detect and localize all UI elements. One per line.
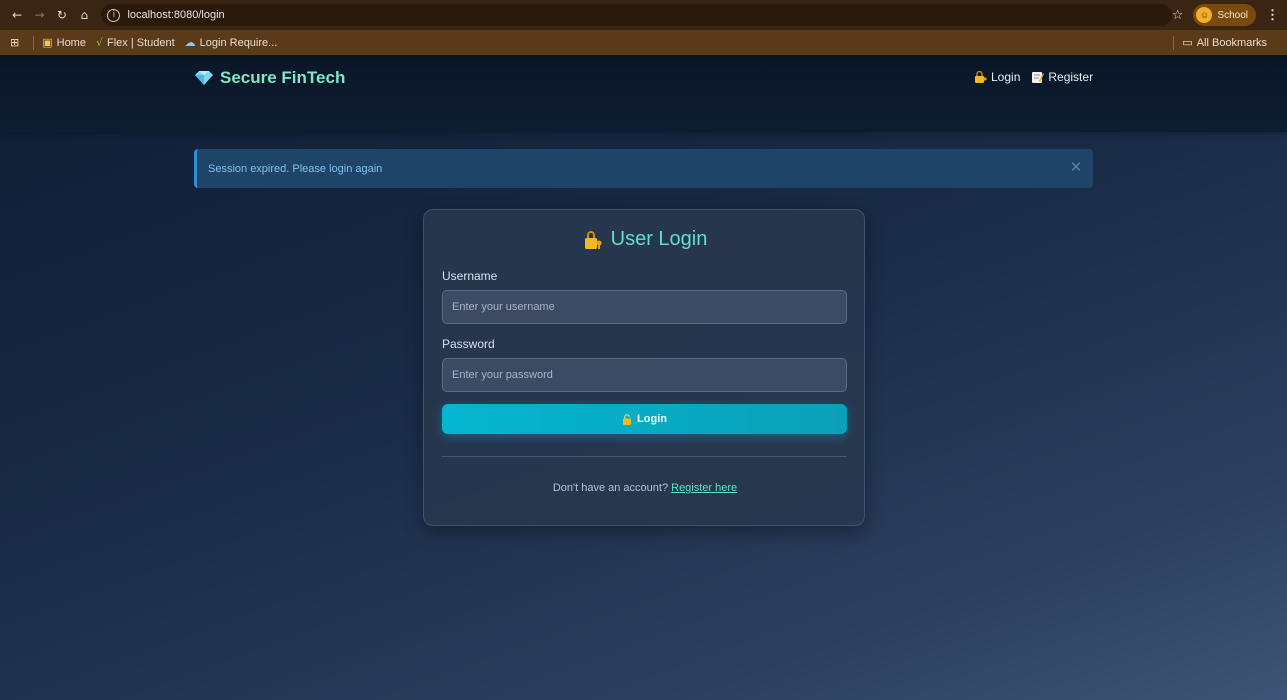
bookmark-flex[interactable]: √ Flex | Student (96, 36, 175, 49)
all-bookmarks[interactable]: ▭ All Bookmarks (1182, 36, 1267, 49)
close-icon[interactable]: ✕ (1069, 160, 1083, 175)
brand-name: Secure FinTech (220, 68, 346, 87)
bookmark-star-icon[interactable]: ☆ (1172, 8, 1184, 23)
home-picture-icon: ▣ (42, 36, 53, 49)
bookmark-label: Flex | Student (106, 36, 175, 49)
bookmark-label: Login Require... (199, 36, 278, 49)
nav-login-label: Login (991, 70, 1021, 84)
bookmarks-separator (1173, 35, 1175, 50)
address-bar[interactable]: i localhost:8080/login (101, 4, 1172, 26)
bookmarks-bar: ⊞ ▣ Home √ Flex | Student ☁ Login Requir… (0, 30, 1287, 55)
alert-message: Session expired. Please login again (208, 162, 383, 175)
nav-login-link[interactable]: Login (974, 70, 1020, 84)
forward-icon[interactable]: → (30, 5, 48, 25)
gem-icon (195, 71, 213, 85)
login-button-label: Login (637, 413, 667, 425)
bookmarks-separator (33, 35, 35, 50)
username-input[interactable] (442, 290, 847, 324)
cloud-icon: ☁ (184, 36, 196, 49)
all-bookmarks-label: All Bookmarks (1196, 36, 1267, 49)
card-divider (442, 456, 847, 457)
lock-key-icon (584, 230, 602, 249)
bookmark-label: Home (56, 36, 86, 49)
url-text: localhost:8080/login (127, 9, 225, 21)
folder-icon: ▭ (1182, 36, 1193, 49)
login-title-text: User Login (610, 228, 708, 250)
login-button[interactable]: Login (442, 404, 847, 434)
password-label: Password (442, 337, 495, 351)
page-viewport: Secure FinTech Login Register Session ex… (0, 55, 1287, 700)
profile-button[interactable]: ☺ School (1193, 4, 1257, 26)
password-input[interactable] (442, 358, 847, 392)
login-title: User Login (424, 228, 866, 251)
session-alert: Session expired. Please login again ✕ (194, 149, 1093, 188)
nav-register-link[interactable]: Register (1031, 70, 1093, 84)
profile-label: School (1217, 9, 1249, 21)
lock-key-icon (975, 71, 987, 83)
register-prompt: Don't have an account? Register here (424, 482, 866, 494)
memo-icon (1032, 72, 1045, 83)
reload-icon[interactable]: ↻ (53, 5, 71, 25)
brand-link[interactable]: Secure FinTech (195, 68, 345, 88)
bookmark-login-required[interactable]: ☁ Login Require... (185, 36, 278, 49)
register-link[interactable]: Register here (671, 482, 737, 494)
browser-toolbar: ← → ↻ ⌂ i localhost:8080/login ☆ ☺ Schoo… (0, 0, 1287, 30)
home-icon[interactable]: ⌂ (75, 5, 93, 25)
site-info-icon[interactable]: i (107, 8, 121, 22)
app-header: Secure FinTech Login Register (0, 55, 1287, 132)
menu-kebab-icon[interactable]: ⋮ (1266, 7, 1279, 23)
profile-avatar-icon: ☺ (1196, 7, 1213, 23)
nav-register-label: Register (1048, 70, 1094, 84)
bookmark-home[interactable]: ▣ Home (42, 36, 86, 49)
flex-icon: √ (95, 36, 103, 49)
login-card: User Login Username Password Login Don't… (423, 209, 865, 526)
apps-grid-icon[interactable]: ⊞ (10, 36, 23, 49)
padlock-icon (623, 413, 632, 425)
username-label: Username (442, 269, 498, 283)
main-nav: Login Register (974, 70, 1104, 84)
register-prompt-text: Don't have an account? (552, 482, 672, 494)
back-icon[interactable]: ← (8, 5, 26, 25)
